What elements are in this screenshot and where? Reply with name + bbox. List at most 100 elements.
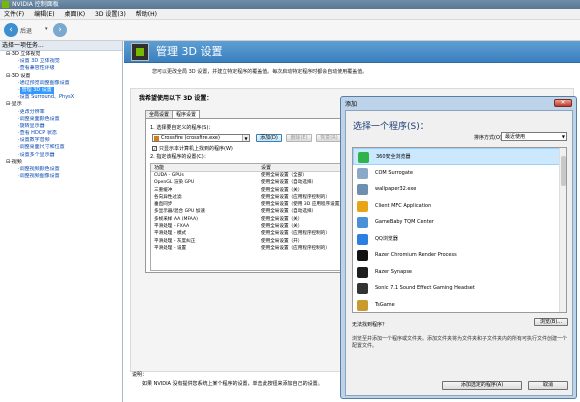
tree-item-label: 查看 HDCP 状态 — [19, 130, 57, 137]
feature-setting[interactable]: 使用全局设置（使用 3D 应用程序设置） — [261, 201, 344, 208]
add-selected-program-button[interactable]: 添加选定的程序(A) — [442, 381, 522, 390]
table-row[interactable]: OpenGL 渲染 GPU 使用全局设置（自动选择） — [151, 179, 353, 186]
menu-desktop[interactable]: 桌面(K) — [64, 9, 85, 20]
table-row[interactable]: 平滑处理 - 灰度纠正 使用全局设置（开） — [151, 238, 353, 245]
tree-task[interactable]: ·调整桌面颜色设置 — [0, 116, 122, 123]
page-title: 管理 3D 设置 — [156, 45, 223, 58]
tree-task[interactable]: ·调整视频图像设置 — [0, 173, 122, 180]
delete-program-button[interactable]: 删除(E) — [286, 134, 312, 142]
table-row[interactable]: 多帧采样 AA (MFAA) 使用全局设置（关） — [151, 216, 353, 223]
nvidia-logo-icon — [2, 1, 9, 8]
close-icon[interactable]: ✕ — [554, 99, 572, 107]
feature-setting[interactable]: 使用全局设置（自动选择） — [261, 208, 316, 215]
sort-select-value: 最近使用 — [505, 134, 526, 140]
feature-setting[interactable]: 使用全局设置（应用程序控制的） — [261, 245, 330, 252]
tree-item-label: 查看兼容性评级 — [19, 65, 55, 72]
program-list-item[interactable]: Sonic 7.1 Sound Effect Gaming Headset — [353, 280, 566, 297]
dialog-title: 添加 — [345, 101, 358, 108]
tree-task[interactable]: ·设置多个显示器 — [0, 152, 122, 159]
toolbar: ‹ 后退 ▾ › — [0, 20, 580, 41]
program-list-item[interactable]: 360安全浏览器 — [353, 148, 566, 165]
program-select[interactable]: Crossfire (crossfire.exe) ▼ — [152, 134, 250, 142]
tree-item-label: 显示 — [11, 101, 22, 108]
feature-setting[interactable]: 使用全局设置（开） — [261, 238, 302, 245]
feature-name: 平滑处理 - 设置 — [154, 245, 187, 251]
table-row[interactable]: 平滑处理 - FXAA 使用全局设置（关） — [151, 223, 353, 230]
program-list-item[interactable]: COM Surrogate — [353, 165, 566, 182]
program-name: GameBaby TQM Center — [375, 219, 434, 225]
add-program-button[interactable]: 添加(D) — [256, 134, 282, 142]
feature-setting[interactable]: 使用全局设置（全部） — [261, 172, 307, 179]
tree-item-label: 3D 立体视觉 — [11, 51, 41, 57]
table-row[interactable]: 平滑处理 - 模式 使用全局设置（应用程序控制的） — [151, 230, 353, 237]
menu-help[interactable]: 帮助(H) — [136, 9, 157, 20]
tree-task[interactable]: ·调整视频颜色设置 — [0, 166, 122, 173]
browse-button[interactable]: 浏览(B)... — [534, 318, 568, 326]
program-name: TsGame — [375, 301, 395, 308]
menu-3d-settings[interactable]: 3D 设置(3) — [95, 9, 126, 20]
tree-task[interactable]: ·通过预览调整图像设置 — [0, 80, 122, 87]
tree-category[interactable]: ⊟·视频 — [0, 159, 122, 166]
dialog-body: 选择一个程序(S)： 排序方式(O)： 最近使用 ▼ 360安全浏览器 COM S… — [345, 110, 573, 396]
back-label[interactable]: 后退 — [20, 26, 32, 35]
tree-task[interactable]: ·设置 3D 立体视觉 — [0, 58, 122, 65]
chevron-down-icon[interactable]: ▼ — [242, 135, 249, 141]
tree-category[interactable]: ⊟·3D 立体视觉 — [0, 51, 122, 58]
program-list-item[interactable]: Razer Synapse — [353, 264, 566, 281]
tree-task[interactable]: ·调整桌面尺寸和位置 — [0, 144, 122, 151]
program-list-item[interactable]: Razer Chromium Render Process — [353, 247, 566, 264]
program-name: Client MFC Application — [375, 202, 432, 209]
feature-name: 多帧采样 AA (MFAA) — [154, 216, 198, 222]
tree-task[interactable]: ·更改分辨率 — [0, 109, 122, 116]
tree-category[interactable]: ⊟·显示 — [0, 101, 122, 108]
program-list-item[interactable]: GameBaby TQM Center — [353, 214, 566, 231]
tree-task[interactable]: ·旋转显示器 — [0, 123, 122, 130]
feature-setting[interactable]: 使用全局设置（应用程序控制的） — [261, 230, 330, 237]
table-row[interactable]: 多显示器/混合 GPU 加速 使用全局设置（自动选择） — [151, 208, 353, 215]
back-dropdown-icon[interactable]: ▾ — [45, 26, 48, 32]
program-list-item[interactable]: Client MFC Application — [353, 198, 566, 215]
task-tree-pane: 选择一项任务... ⊟·3D 立体视觉 ·设置 3D 立体视觉 ·查看兼容性评级 ⊟·… — [0, 41, 123, 402]
table-row[interactable]: 平滑处理 - 设置 使用全局设置（应用程序控制的） — [151, 245, 353, 252]
program-list-item[interactable]: TsGame — [353, 297, 566, 313]
cancel-button[interactable]: 取消 — [528, 381, 568, 390]
chevron-down-icon[interactable]: ▼ — [562, 133, 565, 141]
tree-task[interactable]: ·设置数字音频 — [0, 137, 122, 144]
feature-setting[interactable]: 使用全局设置（关） — [261, 216, 302, 223]
step2-label: 2. 指定该程序的设置(C)： — [150, 154, 209, 160]
step1-label: 1. 选择要自定义的程序(S)： — [150, 125, 214, 131]
scrollbar-thumb[interactable] — [561, 156, 566, 186]
menu-edit[interactable]: 编辑(E) — [34, 9, 54, 20]
feature-setting[interactable]: 使用全局设置（自动选择） — [261, 179, 316, 186]
table-row[interactable]: 各向异性过滤 使用全局设置（应用程序控制的） — [151, 194, 353, 201]
feature-setting[interactable]: 使用全局设置（关） — [261, 223, 302, 230]
forward-button[interactable]: › — [53, 23, 67, 37]
dialog-heading: 选择一个程序(S)： — [353, 122, 429, 132]
feature-setting[interactable]: 使用全局设置（应用程序控制的） — [261, 194, 330, 201]
show-only-found-checkbox[interactable]: ✓ 只显示本计算机上找到的程序(W) — [152, 145, 233, 152]
restore-button[interactable]: 恢复(R) — [316, 134, 342, 142]
program-icon — [357, 200, 368, 212]
checkbox-checked-icon[interactable]: ✓ — [152, 146, 157, 151]
table-row[interactable]: 垂直同步 使用全局设置（使用 3D 应用程序设置） — [151, 201, 353, 208]
tree-task[interactable]: ·管理 3D 设置 — [0, 86, 122, 95]
tree-task[interactable]: ·查看 HDCP 状态 — [0, 130, 122, 137]
sort-select[interactable]: 最近使用 ▼ — [501, 132, 567, 141]
back-button[interactable]: ‹ — [4, 23, 18, 37]
table-row[interactable]: 三重缓冲 使用全局设置（关） — [151, 187, 353, 194]
menu-file[interactable]: 文件(F) — [4, 9, 24, 20]
table-row[interactable]: CUDA - GPUs 使用全局设置（全部） — [151, 172, 353, 179]
tree-item-label: 视频 — [11, 158, 22, 165]
program-list-scrollbar[interactable] — [559, 148, 566, 312]
feature-setting[interactable]: 使用全局设置（关） — [261, 187, 302, 194]
feature-name: 多显示器/混合 GPU 加速 — [154, 209, 205, 215]
program-list-item[interactable]: QQ浏览器 — [353, 231, 566, 248]
tree-task[interactable]: ·查看兼容性评级 — [0, 65, 122, 72]
tree-item-label: 管理 3D 设置 — [19, 86, 54, 95]
program-name: Razer Chromium Render Process — [375, 252, 457, 258]
program-select-value: Crossfire (crossfire.exe) — [161, 135, 220, 141]
tree-task[interactable]: ·设置 Surround、PhysX — [0, 94, 122, 101]
program-list-item[interactable]: wallpaper32.exe — [353, 181, 566, 198]
tree-item-label: 调整视频颜色设置 — [19, 166, 60, 172]
tree-category[interactable]: ⊟·3D 设置 — [0, 73, 122, 80]
